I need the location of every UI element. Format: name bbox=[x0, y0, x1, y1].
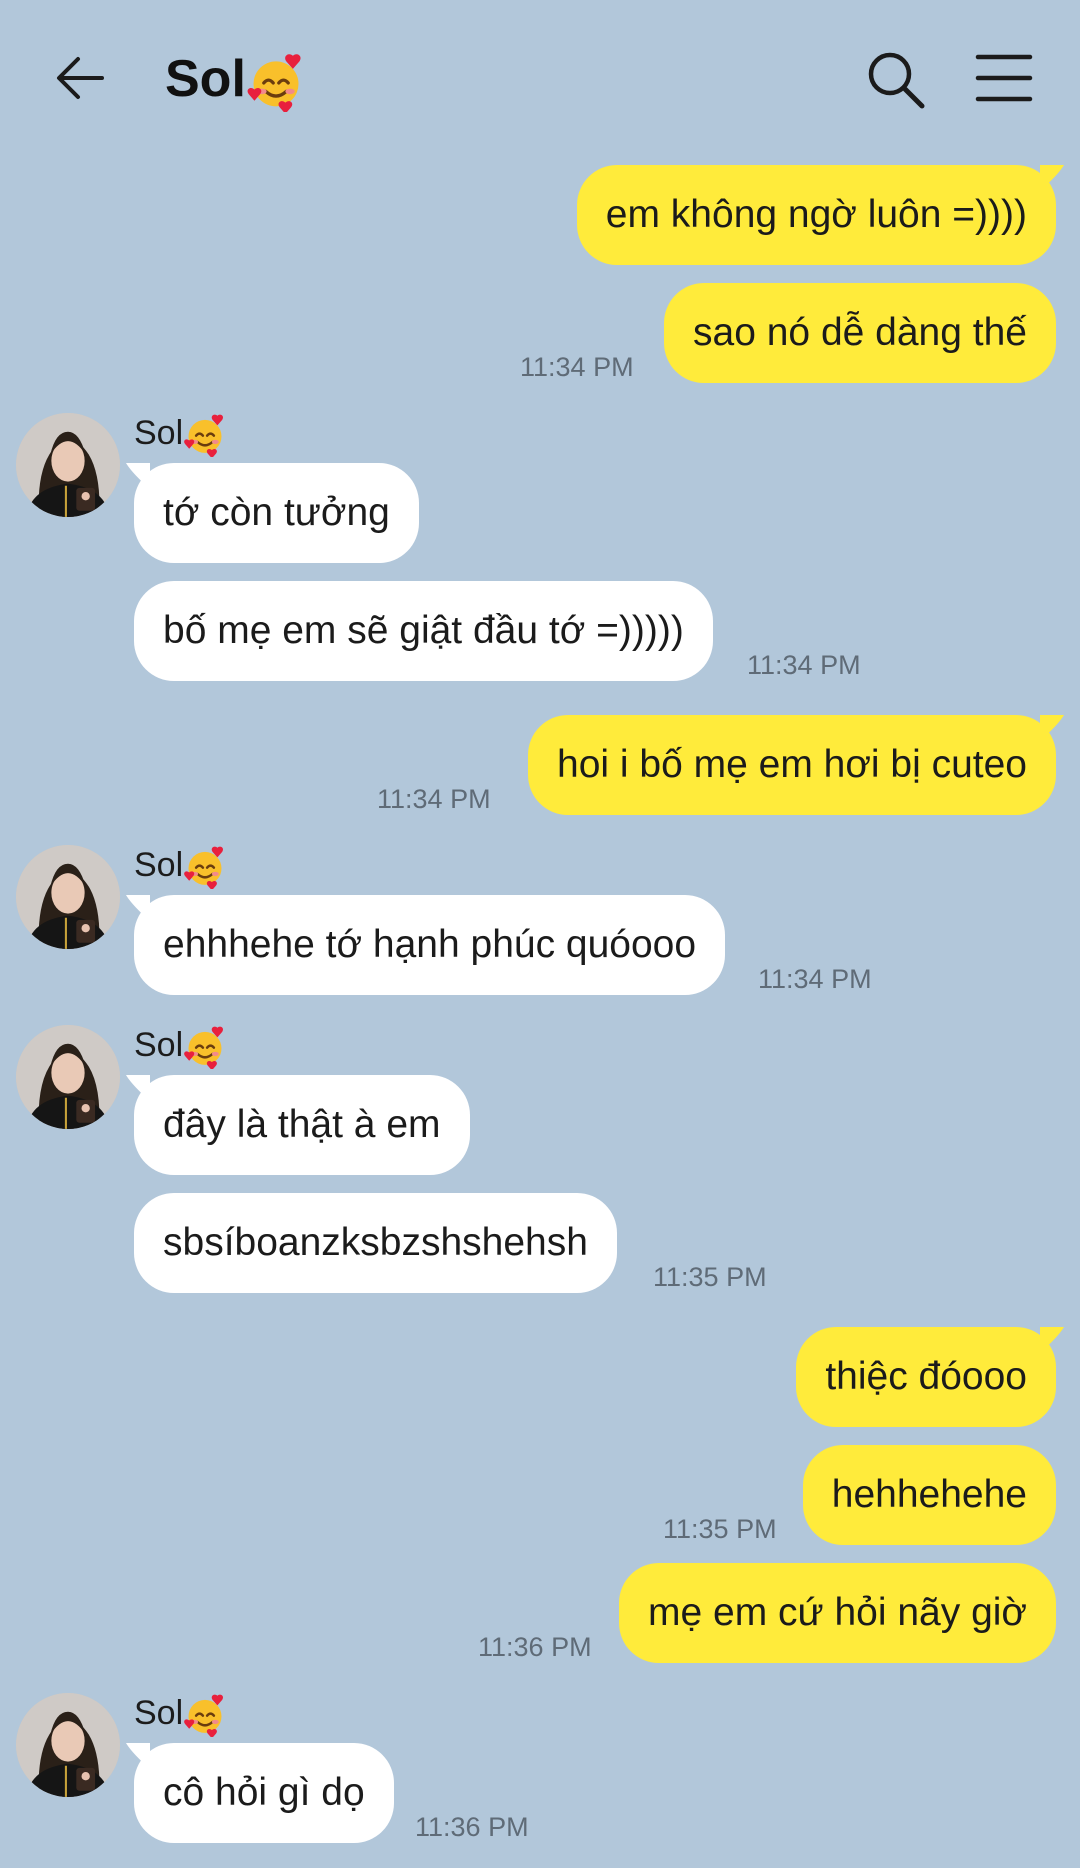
bubble-tail bbox=[1040, 1327, 1064, 1353]
their-message-bubble[interactable]: sbsíboanzksbzshshehsh bbox=[134, 1193, 617, 1293]
bubble-tail bbox=[126, 1075, 150, 1101]
message-text: hehhehehe bbox=[831, 1473, 1027, 1516]
message-text: hoi i bố mẹ em hơi bị cuteo bbox=[557, 743, 1027, 786]
my-message-bubble[interactable]: sao nó dễ dàng thế bbox=[664, 283, 1056, 383]
message-timestamp: 11:34 PM bbox=[377, 784, 491, 814]
their-message-bubble[interactable]: bố mẹ em sẽ giật đầu tớ =))))) bbox=[134, 581, 713, 681]
message-timestamp: 11:34 PM bbox=[747, 650, 861, 680]
message-text: cô hỏi gì dọ bbox=[163, 1771, 365, 1814]
message-timestamp: 11:35 PM bbox=[653, 1262, 767, 1292]
their-message-bubble[interactable]: đây là thật à em bbox=[134, 1075, 470, 1175]
back-arrow-icon[interactable] bbox=[50, 48, 110, 108]
smiling-face-with-hearts-icon bbox=[183, 1025, 227, 1069]
message-text: sao nó dễ dàng thế bbox=[693, 311, 1027, 354]
contact-avatar[interactable] bbox=[16, 845, 120, 949]
chat-title: Sol bbox=[165, 44, 306, 114]
their-message-bubble[interactable]: cô hỏi gì dọ bbox=[134, 1743, 394, 1843]
message-text: ehhhehe tớ hạnh phúc quóooo bbox=[163, 923, 697, 966]
contact-avatar[interactable] bbox=[16, 1693, 120, 1797]
message-text: tớ còn tưởng bbox=[163, 491, 390, 534]
message-text: sbsíboanzksbzshshehsh bbox=[163, 1221, 588, 1264]
bubble-tail bbox=[126, 463, 150, 489]
message-text: em không ngờ luôn =)))) bbox=[605, 193, 1027, 236]
contact-avatar[interactable] bbox=[16, 413, 120, 517]
bubble-tail bbox=[1040, 715, 1064, 741]
sender-name: Sol bbox=[134, 1693, 227, 1737]
their-message-bubble[interactable]: ehhhehe tớ hạnh phúc quóooo bbox=[134, 895, 726, 995]
bubble-tail bbox=[126, 1743, 150, 1769]
their-message-bubble[interactable]: tớ còn tưởng bbox=[134, 463, 419, 563]
message-text: thiệc đóooo bbox=[825, 1355, 1027, 1398]
smiling-face-with-hearts-icon bbox=[183, 413, 227, 457]
chat-title-text: Sol bbox=[165, 50, 246, 108]
message-text: đây là thật à em bbox=[163, 1103, 441, 1146]
sender-name-text: Sol bbox=[134, 846, 184, 884]
my-message-bubble[interactable]: thiệc đóooo bbox=[796, 1327, 1056, 1427]
bubble-tail bbox=[1040, 165, 1064, 191]
message-text: mẹ em cứ hỏi nãy giờ bbox=[648, 1591, 1027, 1634]
contact-avatar[interactable] bbox=[16, 1025, 120, 1129]
message-timestamp: 11:36 PM bbox=[415, 1812, 529, 1842]
sender-name: Sol bbox=[134, 1025, 227, 1069]
smiling-face-with-hearts-icon bbox=[246, 52, 306, 112]
message-timestamp: 11:35 PM bbox=[663, 1514, 777, 1544]
sender-name: Sol bbox=[134, 845, 227, 889]
sender-name-text: Sol bbox=[134, 1026, 184, 1064]
smiling-face-with-hearts-icon bbox=[183, 845, 227, 889]
sender-name: Sol bbox=[134, 413, 227, 457]
bubble-tail bbox=[126, 895, 150, 921]
my-message-bubble[interactable]: hehhehehe bbox=[802, 1445, 1056, 1545]
message-timestamp: 11:34 PM bbox=[520, 352, 634, 382]
message-text: bố mẹ em sẽ giật đầu tớ =))))) bbox=[163, 609, 684, 652]
menu-icon[interactable] bbox=[975, 52, 1033, 104]
message-timestamp: 11:36 PM bbox=[478, 1632, 592, 1662]
search-icon[interactable] bbox=[864, 48, 928, 112]
my-message-bubble[interactable]: em không ngờ luôn =)))) bbox=[576, 165, 1056, 265]
chat-header: Sol bbox=[0, 0, 1080, 160]
smiling-face-with-hearts-icon bbox=[183, 1693, 227, 1737]
message-timestamp: 11:34 PM bbox=[758, 964, 872, 994]
sender-name-text: Sol bbox=[134, 414, 184, 452]
my-message-bubble[interactable]: mẹ em cứ hỏi nãy giờ bbox=[619, 1563, 1056, 1663]
my-message-bubble[interactable]: hoi i bố mẹ em hơi bị cuteo bbox=[528, 715, 1056, 815]
sender-name-text: Sol bbox=[134, 1694, 184, 1732]
